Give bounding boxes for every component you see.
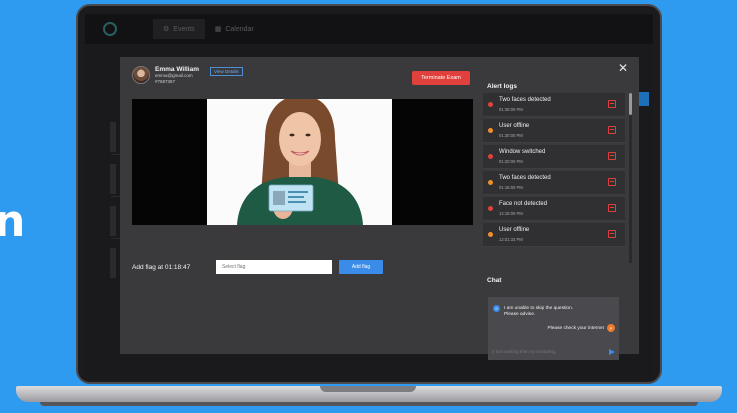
list-item: Two faces detected 01:16:00 PM bbox=[483, 171, 625, 195]
list-item: Window switched 01:20:00 PM bbox=[483, 145, 625, 169]
video-feed bbox=[132, 99, 473, 225]
avatar: P bbox=[607, 324, 615, 332]
bg-list-marker bbox=[110, 248, 116, 278]
alert-time: 12:01:33 PM bbox=[499, 237, 523, 242]
add-flag-button[interactable]: Add flag bbox=[339, 260, 383, 274]
alert-time: 01:16:00 PM bbox=[499, 185, 523, 190]
tab-events-label: Events bbox=[173, 25, 195, 33]
avatar: S bbox=[493, 305, 500, 312]
proctor-modal: Emma William emma@gmail.com #7687367 Vie… bbox=[120, 57, 639, 360]
bg-list-marker bbox=[110, 122, 116, 152]
backdrop-letter: n bbox=[0, 196, 26, 247]
alert-text: Two faces detected bbox=[499, 175, 551, 181]
bg-list-marker bbox=[110, 164, 116, 194]
close-icon[interactable]: ✕ bbox=[618, 61, 628, 75]
flag-label: Add flag at 01:18:47 bbox=[132, 263, 191, 271]
alert-scrollbar-thumb[interactable] bbox=[629, 93, 632, 115]
tab-calendar[interactable]: ▦ Calendar bbox=[205, 19, 264, 39]
outgoing-message: Please check your internet P bbox=[547, 324, 615, 332]
chat-input[interactable] bbox=[492, 346, 604, 356]
message-line: Please advise. bbox=[504, 312, 536, 317]
bg-action-button bbox=[639, 92, 649, 106]
dismiss-icon[interactable] bbox=[608, 204, 616, 212]
laptop-foot bbox=[40, 402, 698, 406]
status-dot bbox=[488, 232, 493, 237]
avatar bbox=[132, 66, 150, 84]
webcam-image bbox=[207, 99, 392, 225]
send-icon[interactable] bbox=[609, 349, 615, 355]
status-dot bbox=[488, 154, 493, 159]
dismiss-icon[interactable] bbox=[608, 126, 616, 134]
incoming-message: S I am unable to skip the question. Plea… bbox=[493, 305, 573, 318]
alert-text: User offline bbox=[499, 227, 530, 233]
message-text: I am unable to skip the question. Please… bbox=[504, 306, 573, 318]
list-item: User offline 01:30:00 PM bbox=[483, 119, 625, 143]
candidate-info: Emma William emma@gmail.com #7687367 Vie… bbox=[132, 66, 243, 85]
status-dot bbox=[488, 206, 493, 211]
screen: ⚙ Events ▦ Calendar Emma William emma@gm… bbox=[85, 14, 653, 376]
status-dot bbox=[488, 180, 493, 185]
chat-title: Chat bbox=[487, 277, 502, 284]
candidate-name: Emma William bbox=[155, 66, 200, 73]
list-item: User offline 12:01:33 PM bbox=[483, 223, 625, 247]
alert-logs-title: Alert logs bbox=[487, 83, 517, 90]
select-flag-input[interactable] bbox=[216, 260, 332, 274]
alert-text: User offline bbox=[499, 123, 530, 129]
candidate-id: #7687367 bbox=[155, 79, 176, 84]
alert-list: Two faces detected 01:38:00 PM User offl… bbox=[483, 93, 633, 263]
list-item: Face not detected 12:15:00 PM bbox=[483, 197, 625, 221]
chat-panel: S I am unable to skip the question. Plea… bbox=[488, 297, 619, 360]
terminate-exam-button[interactable]: Terminate Exam bbox=[412, 71, 470, 85]
alert-text: Face not detected bbox=[499, 201, 548, 207]
alert-scrollbar-track[interactable] bbox=[629, 93, 632, 263]
alert-time: 01:38:00 PM bbox=[499, 107, 523, 112]
flag-row: Add flag at 01:18:47 Add flag bbox=[132, 260, 383, 274]
calendar-icon: ▦ bbox=[214, 26, 222, 33]
list-item: Two faces detected 01:38:00 PM bbox=[483, 93, 625, 117]
dismiss-icon[interactable] bbox=[608, 152, 616, 160]
tab-events[interactable]: ⚙ Events bbox=[153, 19, 205, 39]
app-topbar: ⚙ Events ▦ Calendar bbox=[85, 14, 653, 44]
dismiss-icon[interactable] bbox=[608, 100, 616, 108]
gear-icon: ⚙ bbox=[163, 26, 170, 33]
app-logo bbox=[103, 22, 117, 36]
alert-time: 01:30:00 PM bbox=[499, 133, 523, 138]
status-dot bbox=[488, 128, 493, 133]
tab-calendar-label: Calendar bbox=[225, 25, 254, 33]
view-details-button[interactable]: View Details bbox=[210, 67, 243, 76]
message-text: Please check your internet bbox=[547, 325, 604, 331]
laptop-notch bbox=[320, 386, 416, 392]
bg-list-marker bbox=[110, 206, 116, 236]
alert-time: 01:20:00 PM bbox=[499, 159, 523, 164]
alert-text: Window switched bbox=[499, 149, 546, 155]
alert-text: Two faces detected bbox=[499, 97, 551, 103]
candidate-details: Emma William emma@gmail.com #7687367 bbox=[155, 66, 199, 85]
status-dot bbox=[488, 102, 493, 107]
alert-time: 12:15:00 PM bbox=[499, 211, 523, 216]
dismiss-icon[interactable] bbox=[608, 230, 616, 238]
dismiss-icon[interactable] bbox=[608, 178, 616, 186]
